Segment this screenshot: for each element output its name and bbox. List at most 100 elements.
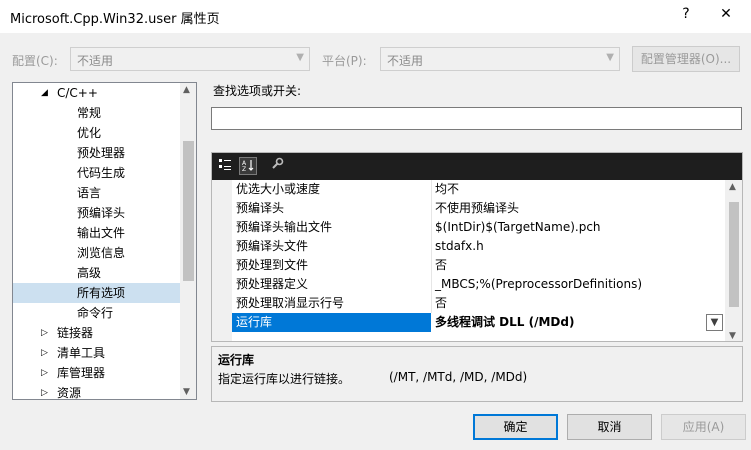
property-value[interactable]: 否 [435, 256, 447, 275]
property-value[interactable]: 均不 [435, 180, 459, 199]
description-text: 指定运行库以进行链接。 [218, 372, 351, 386]
scroll-up-icon[interactable]: ▲ [183, 85, 190, 95]
alphabetical-sort-icon[interactable]: AZ [239, 157, 257, 175]
tree-item-general[interactable]: 常规 [13, 103, 183, 123]
scroll-down-icon[interactable]: ▼ [729, 331, 736, 341]
window-title: Microsoft.Cpp.Win32.user 属性页 [10, 12, 220, 27]
tree-item-label: 库管理器 [57, 366, 106, 380]
property-row[interactable]: 预处理器定义 _MBCS;%(PreprocessorDefinitions) [232, 275, 726, 294]
platform-combo[interactable]: 不适用 ▼ [380, 47, 620, 71]
tree-item-output-files[interactable]: 输出文件 [13, 223, 183, 243]
tree-item-librarian[interactable]: ▷ 库管理器 [13, 363, 183, 383]
chevron-down-icon: ▼ [296, 52, 304, 63]
property-name: 预处理取消显示行号 [236, 296, 345, 310]
tree-item-preprocessor[interactable]: 预处理器 [13, 143, 183, 163]
description-title: 运行库 [218, 353, 255, 367]
tree-scrollbar[interactable]: ▲ ▼ [180, 83, 196, 399]
tree-item-label: 资源 [57, 386, 82, 400]
platform-value: 不适用 [387, 54, 424, 68]
tree-item-label: 输出文件 [77, 226, 126, 240]
collapsed-icon[interactable]: ▷ [41, 383, 48, 399]
tree-item-cpp[interactable]: ◢ C/C++ [13, 83, 183, 103]
property-row[interactable]: 预编译头 不使用预编译头 [232, 199, 726, 218]
config-manager-button[interactable]: 配置管理器(O)... [632, 46, 740, 72]
tree-item-label: 常规 [77, 106, 102, 120]
tree-item-all-options[interactable]: 所有选项 [13, 283, 183, 303]
collapsed-icon[interactable]: ▷ [41, 363, 48, 383]
svg-text:Z: Z [242, 166, 246, 172]
property-name: 预编译头 [236, 201, 285, 215]
tree-item-label: 预处理器 [77, 146, 126, 160]
property-pages-icon[interactable] [268, 157, 286, 175]
property-row-selected[interactable]: 运行库 多线程调试 DLL (/MDd) ▼ [232, 313, 726, 332]
property-value[interactable]: 不使用预编译头 [435, 199, 519, 218]
property-row[interactable]: 优选大小或速度 均不 [232, 180, 726, 199]
grid-scrollbar[interactable]: ▲ ▼ [725, 180, 742, 341]
tree-item-label: C/C++ [57, 86, 98, 100]
chevron-down-icon: ▼ [606, 52, 614, 63]
help-icon[interactable]: ? [676, 6, 696, 22]
tree-item-precompiled-headers[interactable]: 预编译头 [13, 203, 183, 223]
property-value[interactable]: _MBCS;%(PreprocessorDefinitions) [435, 275, 642, 294]
tree-item-advanced[interactable]: 高级 [13, 263, 183, 283]
property-row[interactable]: 预处理取消显示行号 否 [232, 294, 726, 313]
chevron-down-icon[interactable]: ▼ [706, 314, 723, 331]
property-name: 预编译头输出文件 [236, 220, 333, 234]
tree-item-label: 预编译头 [77, 206, 126, 220]
config-combo[interactable]: 不适用 ▼ [70, 47, 310, 71]
property-value[interactable]: 否 [435, 294, 447, 313]
tree-item-label: 高级 [77, 266, 102, 280]
title-bar: Microsoft.Cpp.Win32.user 属性页 ? ✕ [0, 0, 751, 33]
grid-gutter [212, 180, 232, 341]
tree-item-label: 优化 [77, 126, 102, 140]
property-name: 预处理器定义 [236, 277, 309, 291]
collapsed-icon[interactable]: ▷ [41, 323, 48, 343]
tree-item-manifest-tool[interactable]: ▷ 清单工具 [13, 343, 183, 363]
search-label: 查找选项或开关: [213, 84, 302, 98]
tree-item-label: 清单工具 [57, 346, 106, 360]
tree-item-code-generation[interactable]: 代码生成 [13, 163, 183, 183]
tree-item-command-line[interactable]: 命令行 [13, 303, 183, 323]
property-row[interactable]: 预编译头文件 stdafx.h [232, 237, 726, 256]
property-value[interactable]: stdafx.h [435, 237, 484, 256]
property-name: 优选大小或速度 [236, 182, 321, 196]
collapsed-icon[interactable]: ▷ [41, 343, 48, 363]
scroll-up-icon[interactable]: ▲ [729, 182, 736, 192]
property-name: 运行库 [236, 315, 273, 329]
description-options: (/MT, /MTd, /MD, /MDd) [389, 370, 528, 384]
platform-label: 平台(P): [322, 54, 367, 68]
tree-item-browse-info[interactable]: 浏览信息 [13, 243, 183, 263]
expanded-icon[interactable]: ◢ [41, 83, 48, 103]
categorized-icon[interactable] [216, 157, 234, 175]
tree-item-language[interactable]: 语言 [13, 183, 183, 203]
search-input[interactable] [211, 107, 742, 130]
tree-item-resources[interactable]: ▷ 资源 [13, 383, 183, 400]
scrollbar-thumb[interactable] [183, 141, 194, 281]
cancel-button[interactable]: 取消 [567, 414, 652, 440]
scroll-down-icon[interactable]: ▼ [183, 387, 190, 397]
tree-item-label: 命令行 [77, 306, 114, 320]
ok-button[interactable]: 确定 [473, 414, 558, 440]
tree-item-label: 所有选项 [77, 286, 126, 300]
config-value: 不适用 [77, 54, 114, 68]
property-name: 预处理到文件 [236, 258, 309, 272]
category-tree[interactable]: ◢ C/C++ 常规 优化 预处理器 代码生成 语言 预编译头 输出文件 浏览信… [12, 82, 197, 400]
close-icon[interactable]: ✕ [716, 6, 736, 22]
tree-item-linker[interactable]: ▷ 链接器 [13, 323, 183, 343]
property-grid[interactable]: AZ 优选大小或速度 均不 预编译头 不使用预编译头 预编译头输出文件 $(In… [211, 152, 743, 342]
tree-item-label: 链接器 [57, 326, 94, 340]
grid-toolbar: AZ [212, 153, 742, 180]
tree-item-label: 代码生成 [77, 166, 126, 180]
tree-item-label: 语言 [77, 186, 102, 200]
config-label: 配置(C): [12, 54, 58, 68]
apply-button[interactable]: 应用(A) [661, 414, 746, 440]
tree-item-label: 浏览信息 [77, 246, 126, 260]
property-row[interactable]: 预处理到文件 否 [232, 256, 726, 275]
property-row[interactable]: 预编译头输出文件 $(IntDir)$(TargetName).pch [232, 218, 726, 237]
property-value[interactable]: $(IntDir)$(TargetName).pch [435, 218, 601, 237]
description-panel: 运行库 指定运行库以进行链接。 (/MT, /MTd, /MD, /MDd) [211, 346, 743, 402]
property-value[interactable]: 多线程调试 DLL (/MDd) [435, 313, 574, 332]
tree-item-optimization[interactable]: 优化 [13, 123, 183, 143]
property-name: 预编译头文件 [236, 239, 309, 253]
scrollbar-thumb[interactable] [729, 202, 739, 307]
